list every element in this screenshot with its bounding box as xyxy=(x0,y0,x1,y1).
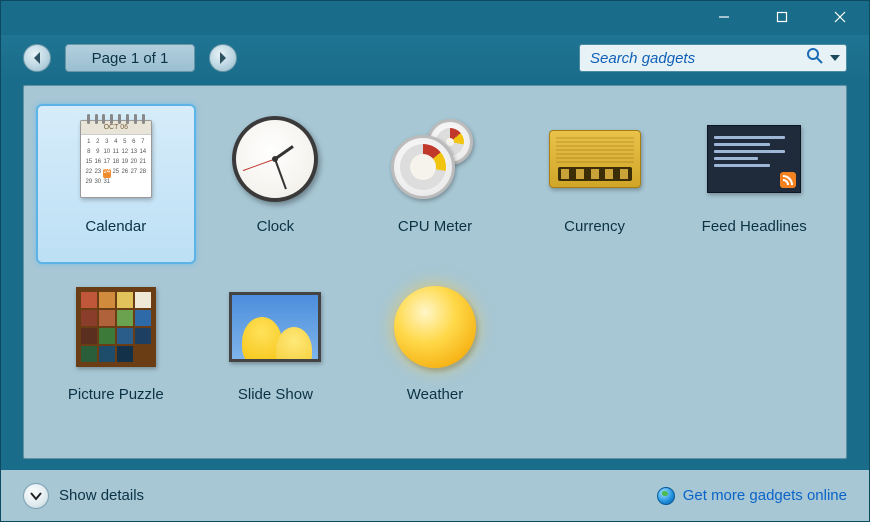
close-button[interactable] xyxy=(811,1,869,33)
gadget-label: Feed Headlines xyxy=(702,218,807,235)
prev-page-button[interactable] xyxy=(23,44,51,72)
gadget-label: Clock xyxy=(257,218,295,235)
search-icon[interactable] xyxy=(806,47,824,70)
gadget-label: Picture Puzzle xyxy=(68,386,164,403)
gadget-calendar[interactable]: OCT 06 1234567 891011121314 151617181920… xyxy=(36,104,196,264)
gadget-gallery-window: Page 1 of 1 OCT 06 1234567 891011121314 xyxy=(0,0,870,522)
titlebar xyxy=(1,1,869,35)
feed-icon xyxy=(707,112,801,206)
toolbar: Page 1 of 1 xyxy=(1,35,869,81)
search-dropdown-caret[interactable] xyxy=(830,55,840,61)
gadget-label: Weather xyxy=(407,386,463,403)
slideshow-icon xyxy=(228,280,322,374)
gadget-weather[interactable]: Weather xyxy=(355,272,515,432)
clock-icon xyxy=(228,112,322,206)
gadget-grid: OCT 06 1234567 891011121314 151617181920… xyxy=(23,85,847,459)
gadget-label: Currency xyxy=(564,218,625,235)
footer: Show details Get more gadgets online xyxy=(1,469,869,521)
search-box[interactable] xyxy=(579,44,847,72)
calendar-icon: OCT 06 1234567 891011121314 151617181920… xyxy=(69,112,163,206)
globe-icon xyxy=(657,487,675,505)
gadget-label: CPU Meter xyxy=(398,218,472,235)
gadget-label: Slide Show xyxy=(238,386,313,403)
gadget-clock[interactable]: Clock xyxy=(196,104,356,264)
weather-icon xyxy=(388,280,482,374)
gadget-currency[interactable]: Currency xyxy=(515,104,675,264)
gadget-label: Calendar xyxy=(85,218,146,235)
minimize-button[interactable] xyxy=(695,1,753,33)
gadget-slide-show[interactable]: Slide Show xyxy=(196,272,356,432)
maximize-button[interactable] xyxy=(753,1,811,33)
cpu-meter-icon xyxy=(388,112,482,206)
show-details-link[interactable]: Show details xyxy=(59,487,144,504)
expand-details-button[interactable] xyxy=(23,483,49,509)
next-page-button[interactable] xyxy=(209,44,237,72)
get-more-gadgets-link[interactable]: Get more gadgets online xyxy=(683,487,847,504)
currency-icon xyxy=(548,112,642,206)
gadget-cpu-meter[interactable]: CPU Meter xyxy=(355,104,515,264)
search-input[interactable] xyxy=(590,50,800,67)
gadget-picture-puzzle[interactable]: Picture Puzzle xyxy=(36,272,196,432)
page-indicator: Page 1 of 1 xyxy=(65,44,195,72)
puzzle-icon xyxy=(69,280,163,374)
gadget-feed-headlines[interactable]: Feed Headlines xyxy=(674,104,834,264)
